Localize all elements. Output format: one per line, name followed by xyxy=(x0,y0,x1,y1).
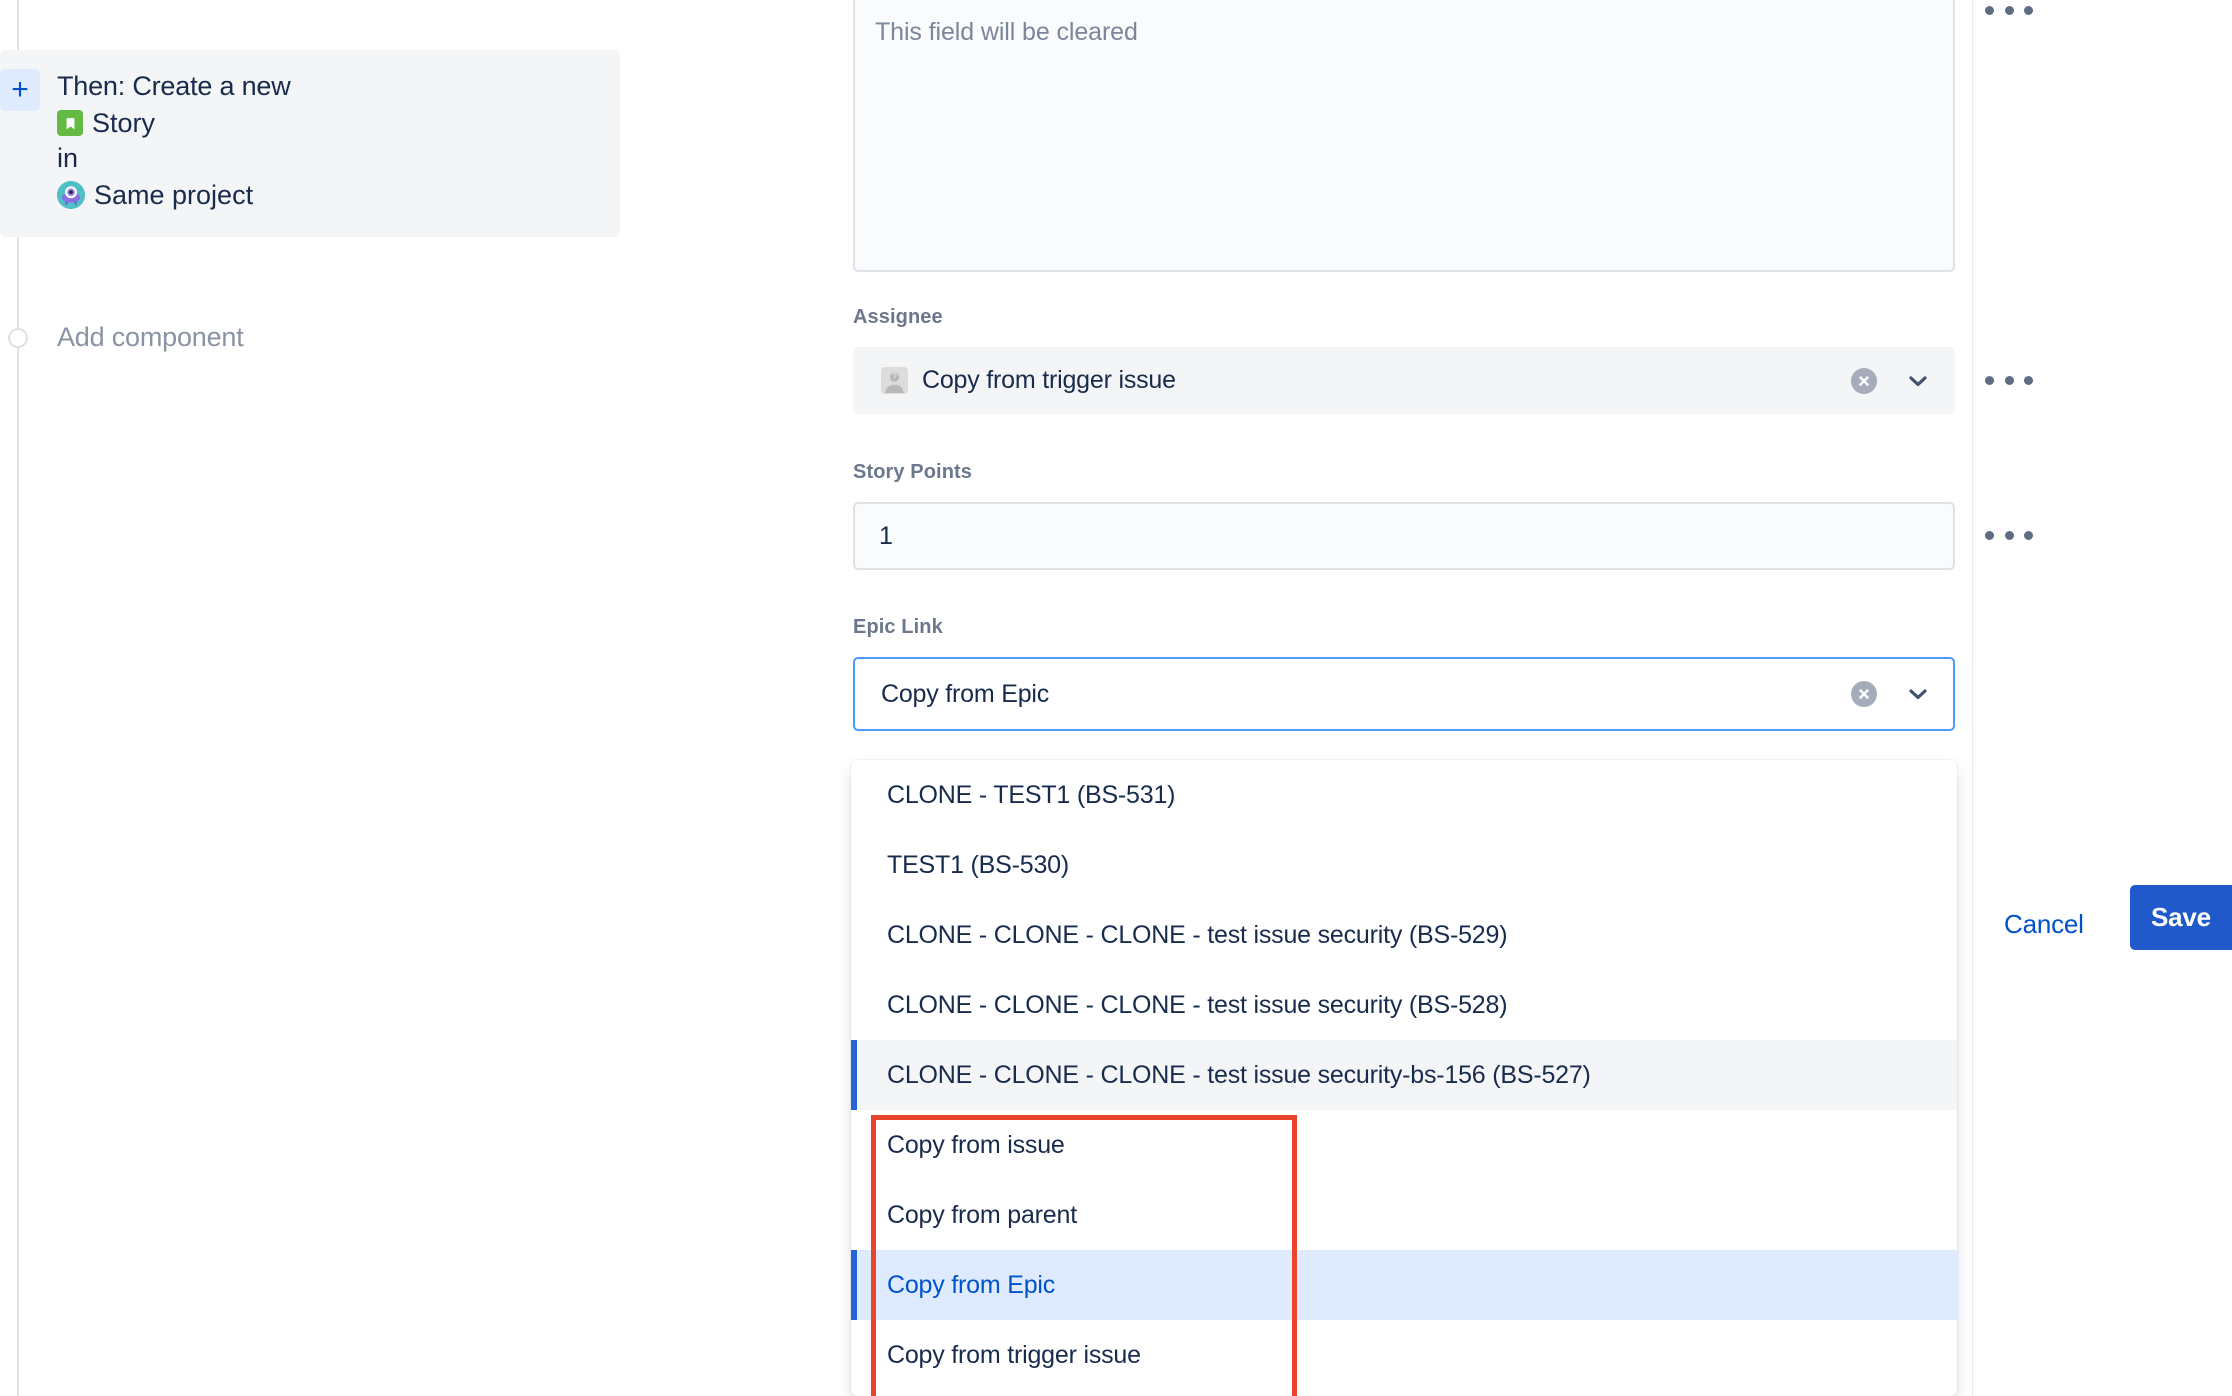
dropdown-option-label: TEST1 (BS-530) xyxy=(887,850,1069,879)
dropdown-option[interactable]: Copy from parent xyxy=(851,1180,1957,1250)
epic-link-value: Copy from Epic xyxy=(881,679,1050,708)
dropdown-option[interactable]: Copy from Epic xyxy=(851,1250,1957,1320)
epic-link-label: Epic Link xyxy=(853,616,943,638)
ellipsis-dot xyxy=(2004,5,2014,15)
ellipsis-dot xyxy=(2024,5,2033,15)
ellipsis-dot xyxy=(2004,530,2014,540)
dropdown-option[interactable]: CLONE - CLONE - CLONE - test issue secur… xyxy=(851,900,1957,970)
description-textarea[interactable]: This field will be cleared xyxy=(853,0,1955,272)
assignee-select-value-wrap: ? Copy from trigger issue xyxy=(855,366,1851,395)
automation-rule-editor: + Then: Create a new Story in Same proje… xyxy=(0,0,2232,1396)
assignee-value: Copy from trigger issue xyxy=(922,366,1176,394)
dropdown-option-label: Copy from issue xyxy=(887,1130,1065,1159)
story-points-value: 1 xyxy=(879,521,893,550)
dropdown-option-marker xyxy=(851,1250,857,1320)
dropdown-option-label: Copy from trigger issue xyxy=(887,1340,1141,1369)
epic-link-clear-icon[interactable] xyxy=(1851,681,1877,707)
rule-title: Then: Create a new xyxy=(57,71,291,101)
rule-component-content: Then: Create a new Story in Same project xyxy=(57,70,597,212)
story-points-input[interactable]: 1 xyxy=(853,502,1955,570)
rule-connector-label: in xyxy=(57,142,79,173)
ellipsis-dot xyxy=(1985,5,1994,15)
user-avatar-icon: ? xyxy=(881,367,908,394)
description-placeholder: This field will be cleared xyxy=(875,18,1138,46)
rule-connector-row: in xyxy=(57,142,597,175)
dropdown-option[interactable]: CLONE - CLONE - CLONE - test issue secur… xyxy=(851,970,1957,1040)
add-component-node-icon xyxy=(8,328,28,348)
rule-issue-type-label: Story xyxy=(92,107,156,138)
assignee-clear-icon[interactable] xyxy=(1851,367,1877,394)
description-more-options-button[interactable] xyxy=(1985,0,2033,25)
dropdown-option-label: Copy from parent xyxy=(887,1200,1077,1229)
dropdown-option-label: CLONE - CLONE - CLONE - test issue secur… xyxy=(887,920,1508,949)
dropdown-option-label: Copy from Epic xyxy=(887,1270,1056,1299)
add-step-button[interactable]: + xyxy=(0,69,40,111)
ellipsis-dot xyxy=(2004,375,2014,385)
story-points-more-options-button[interactable] xyxy=(1985,520,2033,550)
plus-icon: + xyxy=(11,73,29,106)
assignee-chevron-down-icon[interactable] xyxy=(1905,368,1931,394)
panel-divider xyxy=(1972,0,1973,1396)
save-button[interactable]: Save xyxy=(2130,885,2232,950)
rule-project-row: Same project xyxy=(57,179,597,212)
dropdown-option-label: CLONE - TEST1 (BS-531) xyxy=(887,780,1176,809)
ellipsis-dot xyxy=(1985,375,1994,385)
dropdown-option-label: CLONE - CLONE - CLONE - test issue secur… xyxy=(887,990,1508,1019)
dropdown-option[interactable]: CLONE - CLONE - CLONE - test issue secur… xyxy=(851,1040,1957,1110)
dropdown-option-label: CLONE - CLONE - CLONE - test issue secur… xyxy=(887,1060,1591,1089)
dropdown-option[interactable]: Copy from trigger issue xyxy=(851,1320,1957,1390)
rule-issue-type-row: Story xyxy=(57,107,597,140)
dropdown-option[interactable]: TEST1 (BS-530) xyxy=(851,830,1957,900)
assignee-more-options-button[interactable] xyxy=(1985,365,2033,395)
dropdown-option-marker xyxy=(851,1040,857,1110)
cancel-button[interactable]: Cancel xyxy=(1994,901,2094,948)
epic-link-select[interactable]: Copy from Epic xyxy=(853,657,1955,731)
assignee-select[interactable]: ? Copy from trigger issue xyxy=(853,347,1955,414)
assignee-label: Assignee xyxy=(853,306,943,328)
story-points-label: Story Points xyxy=(853,461,972,483)
ellipsis-dot xyxy=(1985,530,1994,540)
epic-link-chevron-down-icon[interactable] xyxy=(1905,681,1931,707)
rule-project-label: Same project xyxy=(94,179,254,210)
dropdown-option[interactable]: Copy from issue xyxy=(851,1110,1957,1180)
add-component-button[interactable]: Add component xyxy=(57,322,244,353)
epic-link-select-value-wrap: Copy from Epic xyxy=(855,680,1851,709)
epic-link-dropdown-menu[interactable]: CLONE - TEST1 (BS-531) TEST1 (BS-530) CLON… xyxy=(851,760,1957,1396)
ellipsis-dot xyxy=(2024,375,2033,385)
story-icon xyxy=(57,110,83,137)
dropdown-option[interactable]: CLONE - TEST1 (BS-531) xyxy=(851,760,1957,830)
ellipsis-dot xyxy=(2024,530,2033,540)
project-avatar-icon xyxy=(57,181,85,210)
